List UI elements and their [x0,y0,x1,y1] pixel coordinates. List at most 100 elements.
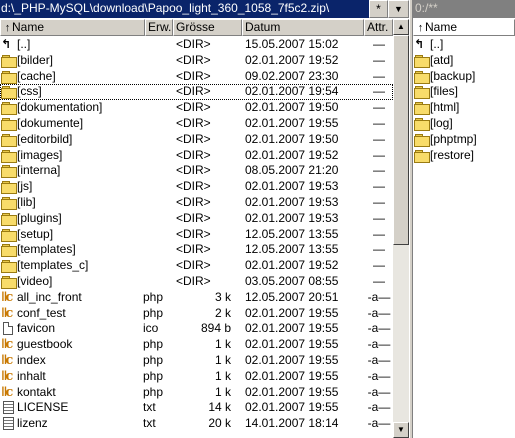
file-date: 02.01.2007 19:55 [245,384,339,399]
left-file-list[interactable]: ↰ [..] <DIR> 15.05.2007 15:02 — [bilder] <DIR>… [0,37,393,438]
file-ext: php [143,384,164,399]
file-row[interactable]: [html] [413,100,515,116]
file-row[interactable]: [cache] <DIR> 09.02.2007 23:30 — [0,69,393,85]
file-date: 02.01.2007 19:50 [245,131,339,146]
row-icon [1,100,17,116]
file-row[interactable]: [templates] <DIR> 12.05.2007 13:55 — [0,242,393,258]
row-icon [1,211,17,227]
file-size: <DIR> [176,194,211,209]
file-date: 02.01.2007 19:54 [245,84,339,99]
file-ext [143,37,173,53]
file-row[interactable]: ǁc index php 1 k 02.01.2007 19:55 -a— [0,353,393,369]
file-ext: ico [143,321,159,336]
file-attr: -a— [367,400,391,415]
file-row[interactable]: [dokumentation] <DIR> 02.01.2007 19:50 — [0,100,393,116]
file-ext [143,84,173,100]
php-file-icon: ǁc [1,384,13,400]
file-row[interactable]: [backup] [413,69,515,85]
text-file-icon [3,417,14,431]
file-row[interactable]: [bilder] <DIR> 02.01.2007 19:52 — [0,53,393,69]
file-row[interactable]: [phptmp] [413,132,515,148]
file-size: <DIR> [176,226,211,241]
file-name: [cache] [17,68,56,83]
file-name: [atd] [430,52,454,67]
history-dropdown-button[interactable]: ▼ [388,0,409,18]
right-file-panel[interactable]: 0:/** ↑ Name ↰ [..] [atd] [backup] [files] [ht… [413,0,515,438]
file-row[interactable]: [plugins] <DIR> 02.01.2007 19:53 — [0,211,393,227]
file-row[interactable]: [atd] [413,53,515,69]
column-header-name[interactable]: ↑ Name [0,19,145,36]
column-header-attr[interactable]: Attr. [364,19,393,36]
file-row[interactable]: [video] <DIR> 03.05.2007 08:55 — [0,274,393,290]
file-row[interactable]: [images] <DIR> 02.01.2007 19:52 — [0,148,393,164]
file-date: 08.05.2007 21:20 [245,163,339,178]
file-date: 12.05.2007 13:55 [245,242,339,257]
file-row[interactable]: [editorbild] <DIR> 02.01.2007 19:50 — [0,132,393,148]
row-icon [1,227,17,243]
file-date: 02.01.2007 19:55 [245,352,339,367]
row-icon [414,132,430,148]
file-row[interactable]: ↰ [..] [413,37,515,53]
scroll-up-arrow-icon[interactable]: ▲ [393,19,409,35]
file-attr: — [373,52,385,67]
file-attr: — [373,179,385,194]
file-row[interactable]: lizenz txt 20 k 14.01.2007 18:14 -a— [0,416,393,432]
file-row[interactable]: [dokumente] <DIR> 02.01.2007 19:55 — [0,116,393,132]
scrollbar-thumb[interactable] [393,35,409,245]
file-ext: php [143,368,164,383]
column-header-size[interactable]: Grösse [173,19,242,36]
file-row[interactable]: [lib] <DIR> 02.01.2007 19:53 — [0,195,393,211]
file-row[interactable]: [log] [413,116,515,132]
file-name: all_inc_front [17,289,82,304]
file-date: 03.05.2007 08:55 [245,273,339,288]
file-row[interactable]: ǁc inhalt php 1 k 02.01.2007 19:55 -a— [0,369,393,385]
row-icon [414,53,430,69]
left-file-panel[interactable]: d:\_PHP-MySQL\download\Papoo_light_360_1… [0,0,409,438]
column-header-date[interactable]: Datum [242,19,364,36]
file-icon [3,322,13,336]
file-row[interactable]: favicon ico 894 b 02.01.2007 19:55 -a— [0,321,393,337]
root-star-button[interactable]: * [369,0,388,18]
file-date: 09.02.2007 23:30 [245,68,339,83]
left-path-bar[interactable]: d:\_PHP-MySQL\download\Papoo_light_360_1… [0,0,369,18]
file-row[interactable]: [restore] [413,148,515,164]
file-row[interactable]: ǁc kontakt php 1 k 02.01.2007 19:55 -a— [0,385,393,401]
php-file-icon: ǁc [1,289,13,305]
file-ext: php [143,289,164,304]
file-name: [dokumente] [17,115,84,130]
row-icon [1,179,17,195]
file-name: [dokumentation] [17,100,103,115]
row-icon [1,195,17,211]
file-row[interactable]: ǁc all_inc_front php 3 k 12.05.2007 20:51 -a— [0,290,393,306]
file-row[interactable]: ǁc guestbook php 1 k 02.01.2007 19:55 -a— [0,337,393,353]
left-scrollbar[interactable]: ▲ ▼ [393,19,409,438]
column-header-ext[interactable]: Erw. [145,19,173,36]
row-icon: ǁc [1,385,17,401]
right-file-list[interactable]: ↰ [..] [atd] [backup] [files] [html] [log] [php… [413,37,515,438]
file-row[interactable]: ↰ [..] <DIR> 15.05.2007 15:02 — [0,37,393,53]
file-attr: -a— [367,352,391,367]
sort-arrow-icon: ↑ [4,22,11,34]
file-attr: — [373,258,385,273]
file-row[interactable]: [setup] <DIR> 12.05.2007 13:55 — [0,227,393,243]
file-ext [143,227,173,243]
folder-icon [1,133,17,147]
folder-icon [414,149,430,163]
file-size: <DIR> [176,258,211,273]
file-date: 12.05.2007 20:51 [245,289,339,304]
folder-icon [1,181,17,195]
column-header-name[interactable]: ↑ Name [413,19,515,36]
file-name: lizenz [17,416,48,431]
scroll-down-arrow-icon[interactable]: ▼ [393,422,409,438]
file-row[interactable]: LICENSE txt 14 k 02.01.2007 19:55 -a— [0,400,393,416]
file-row[interactable]: ǁc conf_test php 2 k 02.01.2007 19:55 -a— [0,306,393,322]
file-row[interactable]: [files] [413,84,515,100]
file-row[interactable]: [css] <DIR> 02.01.2007 19:54 — [0,84,393,101]
file-date: 12.05.2007 13:55 [245,226,339,241]
file-size: 14 k [208,400,231,415]
file-name: inhalt [17,368,46,383]
file-row[interactable]: [templates_c] <DIR> 02.01.2007 19:52 — [0,258,393,274]
file-row[interactable]: [js] <DIR> 02.01.2007 19:53 — [0,179,393,195]
right-path-bar[interactable]: 0:/** [413,0,515,18]
file-row[interactable]: [interna] <DIR> 08.05.2007 21:20 — [0,163,393,179]
